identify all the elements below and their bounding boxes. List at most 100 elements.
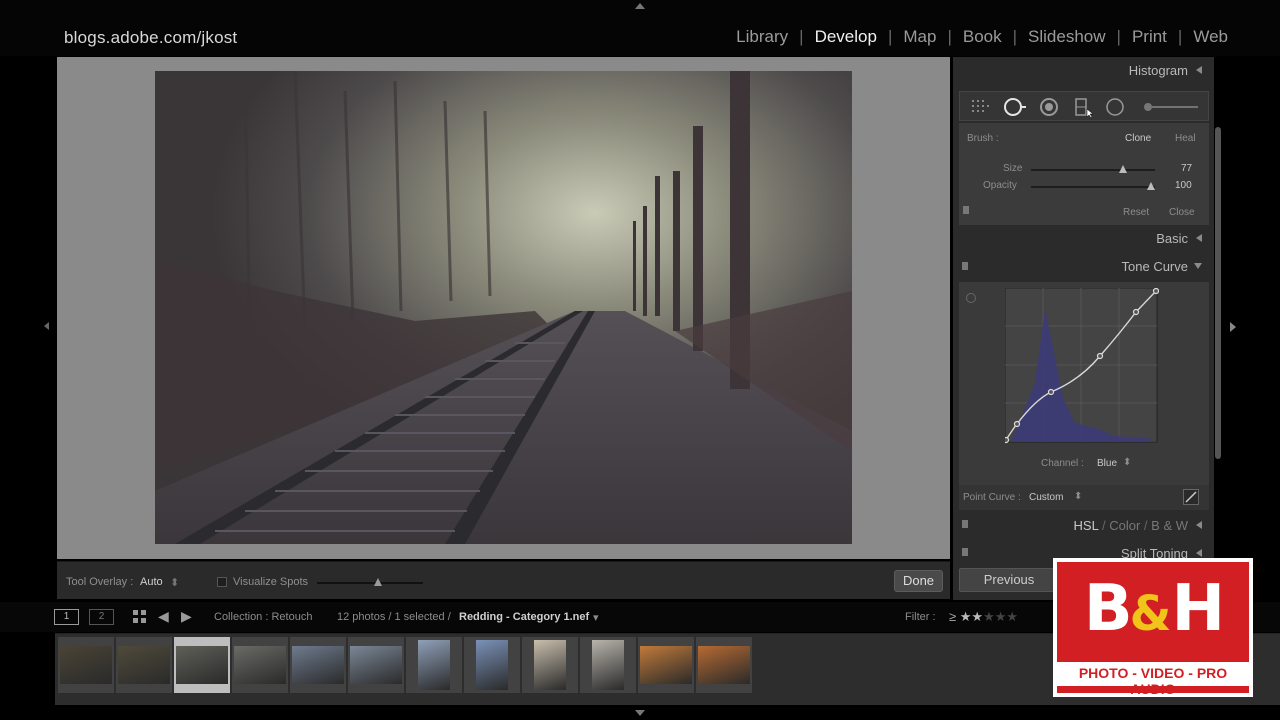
back-arrow-icon[interactable]: ◀ [158,608,169,625]
module-separator: | [887,27,893,46]
module-web[interactable]: Web [1193,27,1228,47]
rating-filter[interactable]: ≥ ★★★★★ [949,609,1018,625]
filmstrip-thumbnail[interactable] [174,637,230,693]
filmstrip-thumbnail[interactable] [348,637,404,693]
on-off-switch[interactable] [962,520,968,528]
opacity-slider[interactable] [1031,182,1155,190]
thumbnail-image [118,646,170,684]
size-value[interactable]: 77 [1181,163,1192,174]
slider-knob[interactable] [1119,165,1127,173]
right-panel-scrollbar[interactable] [1215,127,1221,459]
tone-curve-graph[interactable] [1005,288,1159,444]
collection-name[interactable]: Collection : Retouch [214,611,312,623]
module-book[interactable]: Book [963,27,1002,47]
spot-removal-toolbar: Tool Overlay : Auto ⬍ Visualize Spots Do… [57,561,950,599]
secondary-monitor-button[interactable]: 2 [89,609,114,625]
tool-strip [959,91,1209,121]
filmstrip-thumbnail[interactable] [522,637,578,693]
red-eye-icon[interactable] [1038,97,1060,117]
module-develop[interactable]: Develop [815,27,877,47]
graduated-filter-icon[interactable] [1072,97,1094,117]
filter-label: Filter : [905,611,936,623]
bh-logo-mark: B&H [1083,572,1225,646]
updown-icon: ⬍ [170,577,180,589]
radial-filter-icon[interactable] [1104,97,1126,117]
size-slider[interactable] [1031,165,1155,173]
crop-overlay-icon[interactable] [970,97,992,115]
clone-option[interactable]: Clone [1125,133,1151,144]
module-separator: | [799,27,804,46]
opacity-value[interactable]: 100 [1175,180,1192,191]
chevron-down-icon[interactable]: ▾ [593,611,599,624]
top-panel-toggle-arrow[interactable] [635,3,645,9]
module-print[interactable]: Print [1132,27,1167,47]
done-button[interactable]: Done [894,570,943,592]
collapse-icon [1196,66,1202,74]
filmstrip-thumbnail[interactable] [696,637,752,693]
filmstrip-thumbnail[interactable] [232,637,288,693]
forward-arrow-icon[interactable]: ▶ [181,608,192,625]
previous-button[interactable]: Previous [959,568,1059,592]
filmstrip-thumbnail[interactable] [58,637,114,693]
primary-monitor-button[interactable]: 1 [54,609,79,625]
tool-overlay-select[interactable]: Auto [140,576,163,588]
histogram-title: Histogram [1128,63,1188,78]
reset-button[interactable]: Reset [1123,207,1149,218]
updown-icon: ⬍ [1074,491,1083,502]
basic-header[interactable]: Basic [953,225,1214,251]
slider-knob[interactable] [1147,182,1155,190]
thumbnail-image [476,640,508,690]
module-picker: Library | Develop | Map | Book | Slideshow | … [736,27,1228,47]
top-panel: blogs.adobe.com/jkost Library | Develop | … [0,0,1280,56]
module-separator: | [1177,27,1183,46]
module-separator: | [1012,27,1018,46]
grid-view-icon[interactable] [133,610,147,624]
tone-curve-header[interactable]: Tone Curve [953,253,1214,279]
target-adjust-icon[interactable] [965,292,977,304]
color-tab[interactable]: Color [1109,518,1140,533]
visualize-spots-checkbox[interactable] [217,577,227,587]
star-icon: ★ [959,609,972,624]
module-slideshow[interactable]: Slideshow [1028,27,1106,47]
visualize-spots-slider[interactable] [317,578,423,586]
on-off-switch[interactable] [963,206,969,214]
left-panel-toggle-arrow[interactable] [44,322,49,330]
thumbnail-image [292,646,344,684]
filmstrip-thumbnail[interactable] [290,637,346,693]
hsl-tab[interactable]: HSL [1074,518,1099,533]
heal-option[interactable]: Heal [1175,133,1196,144]
bottom-panel-toggle-arrow[interactable] [635,710,645,716]
thumbnail-image [234,646,286,684]
histogram-header[interactable]: Histogram [953,57,1214,83]
on-off-switch[interactable] [962,262,968,270]
selected-filename[interactable]: Redding - Category 1.nef [459,611,589,623]
photo-foggy-railroad[interactable] [155,71,852,544]
bh-logo-red-field: B&H PHOTO - VIDEO - PRO AUDIO [1057,562,1249,697]
image-canvas[interactable] [57,57,950,559]
edit-point-curve-icon[interactable] [1183,489,1199,505]
channel-select[interactable]: Blue [1097,458,1117,469]
slider-knob[interactable] [374,578,382,586]
tool-overlay-label: Tool Overlay : [66,576,134,588]
module-library[interactable]: Library [736,27,788,47]
thumbnail-image [176,646,228,684]
hsl-header[interactable]: HSL / Color / B & W [953,512,1214,538]
star-icon: ★ [994,609,1007,624]
on-off-switch[interactable] [962,548,968,556]
point-curve-select[interactable]: Custom [1029,492,1063,503]
filmstrip-thumbnail[interactable] [638,637,694,693]
spot-removal-options: Brush : Clone Heal Size 77 Opacity 100 R… [959,123,1209,225]
close-button[interactable]: Close [1169,207,1195,218]
right-panel-toggle-arrow[interactable] [1230,322,1236,332]
bw-tab[interactable]: B & W [1151,518,1188,533]
filmstrip-thumbnail[interactable] [406,637,462,693]
adjustment-brush-icon[interactable] [1140,97,1204,117]
spot-removal-icon[interactable] [1002,97,1028,117]
size-label: Size [1003,163,1023,174]
filmstrip-thumbnail[interactable] [580,637,636,693]
thumbnail-image [60,646,112,684]
filmstrip-thumbnail[interactable] [116,637,172,693]
thumbnail-image [350,646,402,684]
module-map[interactable]: Map [903,27,936,47]
filmstrip-thumbnail[interactable] [464,637,520,693]
